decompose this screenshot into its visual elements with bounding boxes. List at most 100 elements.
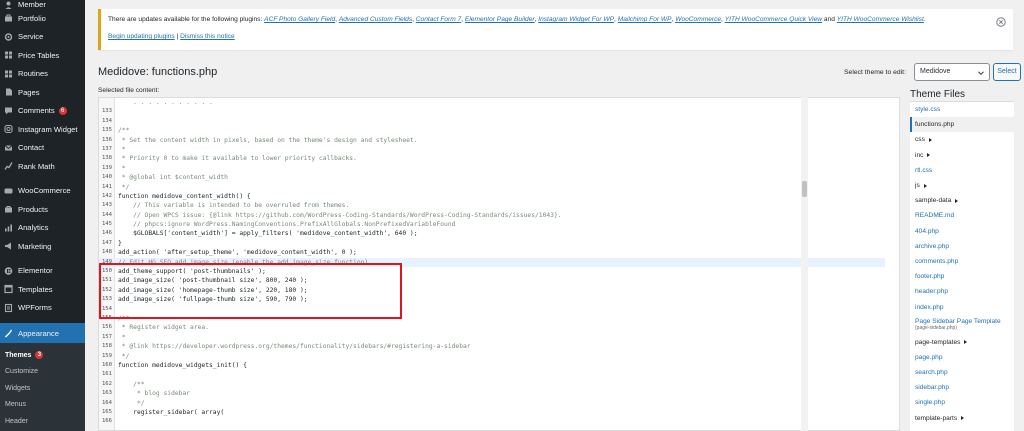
submenu-item-header[interactable]: Header bbox=[0, 413, 85, 430]
sidebar-item-service[interactable]: Service bbox=[0, 28, 85, 47]
file-404-php[interactable]: 404.php bbox=[910, 224, 1014, 239]
sidebar-item-contact[interactable]: Contact bbox=[0, 139, 85, 158]
code-text: function medidove_widgets_init() { bbox=[118, 361, 247, 369]
portfolio-icon bbox=[4, 14, 13, 23]
folder-css[interactable]: css bbox=[910, 132, 1014, 147]
sidebar-item-pages[interactable]: Pages bbox=[0, 83, 85, 102]
contact-icon bbox=[4, 143, 13, 152]
plugin-links: ACF Photo Gallery Field, Advanced Custom… bbox=[264, 16, 822, 23]
code-text: */ bbox=[118, 352, 130, 360]
line-number: 153 bbox=[101, 296, 113, 303]
code-line: 136 * Set the content width in pixels, b… bbox=[99, 136, 885, 145]
file-page-php[interactable]: page.php bbox=[910, 350, 1014, 365]
rank-math-icon bbox=[4, 162, 13, 171]
line-number: 136 bbox=[101, 136, 113, 143]
code-text: * bbox=[118, 145, 126, 153]
folder-template-parts[interactable]: template-parts bbox=[910, 411, 1014, 426]
code-text: /** bbox=[118, 380, 145, 388]
line-number: 139 bbox=[101, 164, 113, 171]
file-single-php[interactable]: single.php bbox=[910, 395, 1014, 410]
sidebar-item-rank-math[interactable]: Rank Math bbox=[0, 157, 85, 176]
sidebar-item-analytics[interactable]: Analytics bbox=[0, 219, 85, 238]
sidebar-item-comments[interactable]: Comments 6 bbox=[0, 102, 85, 121]
marketing-icon bbox=[4, 242, 13, 251]
file-header-php[interactable]: header.php bbox=[910, 284, 1014, 299]
sidebar-item-portfolio[interactable]: Portfolio bbox=[0, 9, 85, 28]
dismiss-notice-link[interactable]: Dismiss this notice bbox=[180, 33, 235, 40]
file-page-sidebar-page-template[interactable]: Page Sidebar Page Template (page-sidebar.… bbox=[910, 315, 1014, 335]
routines-icon bbox=[4, 69, 13, 78]
sidebar-item-wpforms[interactable]: WPForms bbox=[0, 299, 85, 318]
file-label: functions.php bbox=[915, 121, 955, 129]
submenu-item-widgets[interactable]: Widgets bbox=[0, 380, 85, 397]
code-line: 138 * Priority 0 to make it available to… bbox=[99, 154, 885, 163]
page-title: Medidove: functions.php bbox=[98, 66, 218, 78]
file-label: page-templates bbox=[915, 338, 961, 346]
sidebar-item-price-tables[interactable]: Price Tables bbox=[0, 46, 85, 65]
plugin-link[interactable]: Elementor Page Builder bbox=[465, 16, 535, 23]
submenu-item-themes[interactable]: Themes 3 bbox=[0, 347, 85, 364]
sidebar-item-templates[interactable]: Templates bbox=[0, 280, 85, 299]
products-icon bbox=[4, 205, 13, 214]
code-line: 133 bbox=[99, 107, 885, 116]
file-label: sidebar.php bbox=[915, 384, 950, 392]
editor-scrollbar[interactable] bbox=[801, 97, 808, 431]
code-line: 165 register_sidebar( array( bbox=[99, 408, 885, 417]
submenu-item-customize[interactable]: Customize bbox=[0, 364, 85, 381]
file-label: template-parts bbox=[915, 414, 958, 422]
sidebar-item-elementor[interactable]: Elementor bbox=[0, 262, 85, 281]
expand-arrow-icon bbox=[961, 416, 965, 421]
plugin-link[interactable]: Advanced Custom Fields bbox=[339, 16, 412, 23]
file-archive-php[interactable]: archive.php bbox=[910, 239, 1014, 254]
begin-updating-link[interactable]: Begin updating plugins bbox=[108, 33, 175, 40]
submenu-item-menus[interactable]: Menus bbox=[0, 397, 85, 414]
sidebar-item-woocommerce[interactable]: WooCommerce bbox=[0, 182, 85, 201]
file-functions-php[interactable]: functions.php bbox=[910, 117, 1014, 133]
folder-sample-data[interactable]: sample-data bbox=[910, 193, 1014, 208]
plugin-link[interactable]: Instagram Widget For WP bbox=[538, 16, 614, 23]
scrollbar-thumb[interactable] bbox=[802, 181, 807, 197]
folder-inc[interactable]: inc bbox=[910, 148, 1014, 163]
plugin-link[interactable]: YITH WooCommerce Quick View bbox=[725, 16, 822, 23]
file-index-php[interactable]: index.php bbox=[910, 299, 1014, 314]
plugin-link[interactable]: ACF Photo Gallery Field bbox=[264, 16, 335, 23]
file-rtl-css[interactable]: rtl.css bbox=[910, 163, 1014, 178]
file-label: comments.php bbox=[915, 257, 959, 265]
sidebar-item-products[interactable]: Products bbox=[0, 200, 85, 219]
select-button[interactable]: Select bbox=[993, 63, 1021, 81]
plugin-link[interactable]: Mailchimp For WP bbox=[618, 16, 672, 23]
file-readme-md[interactable]: README.md bbox=[910, 208, 1014, 223]
plugin-link[interactable]: WooCommerce bbox=[675, 16, 721, 23]
sidebar-item-instagram-widget[interactable]: Instagram Widget bbox=[0, 120, 85, 139]
file-label: single.php bbox=[915, 399, 946, 407]
code-text: } bbox=[118, 239, 122, 247]
code-editor[interactable]: . . . . . . . . . . . 133 134 135/** 136 * S… bbox=[98, 97, 900, 431]
code-line: 134 bbox=[99, 117, 885, 126]
code-line: 160 function medidove_widgets_init() { bbox=[99, 361, 885, 370]
file-sidebar-php[interactable]: sidebar.php bbox=[910, 380, 1014, 395]
code-text: */ bbox=[118, 399, 145, 407]
submenu-item-label: Header bbox=[5, 417, 28, 425]
line-number: 150 bbox=[101, 268, 113, 275]
file-style-css[interactable]: style.css bbox=[910, 102, 1014, 117]
file-label: js bbox=[915, 182, 920, 190]
plugin-link[interactable]: Contact Form 7 bbox=[416, 16, 461, 23]
file-comments-php[interactable]: comments.php bbox=[910, 254, 1014, 269]
file-label: rtl.css bbox=[915, 166, 933, 174]
folder-woocommerce[interactable]: woocommerce bbox=[910, 426, 1014, 431]
plugin-link[interactable]: YITH WooCommerce Wishlist bbox=[837, 16, 924, 23]
folder-js[interactable]: js bbox=[910, 178, 1014, 193]
code-text: add_action( 'after_setup_theme', 'medido… bbox=[118, 249, 357, 257]
folder-page-templates[interactable]: page-templates bbox=[910, 335, 1014, 350]
sidebar-item-routines[interactable]: Routines bbox=[0, 65, 85, 84]
file-search-php[interactable]: search.php bbox=[910, 365, 1014, 380]
file-footer-php[interactable]: footer.php bbox=[910, 269, 1014, 284]
notice-intro: There are updates available for the foll… bbox=[108, 16, 265, 23]
sidebar-item-member[interactable]: Member bbox=[0, 0, 85, 9]
sidebar-item-appearance[interactable]: Appearance bbox=[0, 323, 85, 343]
theme-select[interactable]: Medidove bbox=[914, 63, 990, 81]
sidebar-item-marketing[interactable]: Marketing bbox=[0, 237, 85, 256]
code-text: * Priority 0 to make it available to low… bbox=[118, 155, 357, 163]
line-number: 160 bbox=[101, 361, 113, 368]
dismiss-icon[interactable] bbox=[996, 17, 1006, 27]
